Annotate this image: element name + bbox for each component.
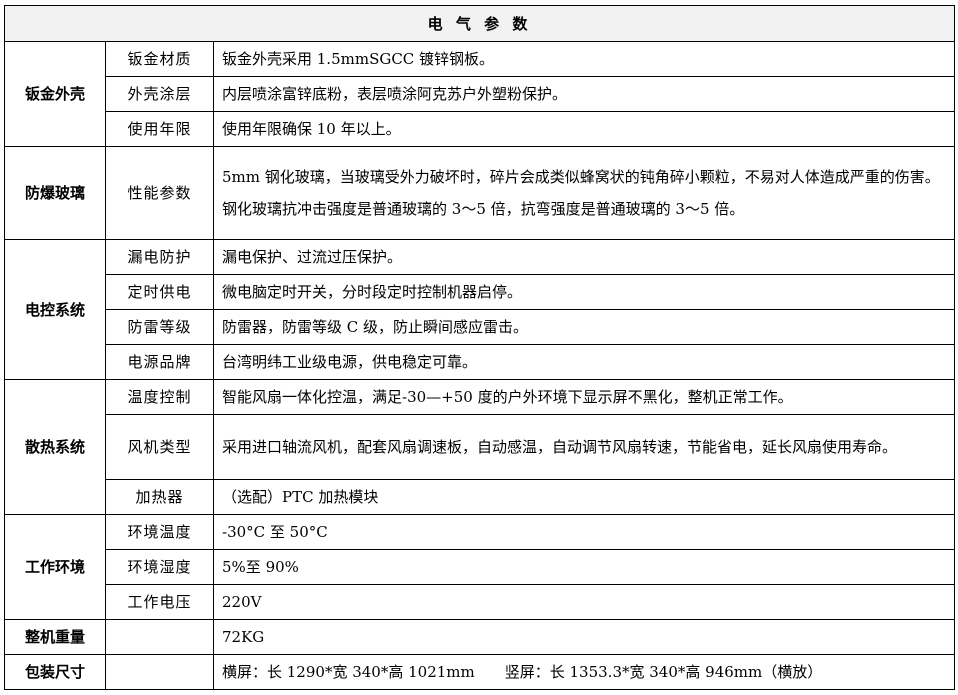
- row-label: 工作电压: [105, 584, 214, 620]
- row-label: 环境湿度: [105, 549, 214, 585]
- row-value: 横屏：长 1290*宽 340*高 1021mm 竖屏：长 1353.3*宽 3…: [212, 654, 956, 690]
- row-value: 钣金外壳采用 1.5mmSGCC 镀锌钢板。: [212, 41, 956, 77]
- row-value: 微电脑定时开关，分时段定时控制机器启停。: [212, 274, 956, 310]
- row-label: 温度控制: [105, 379, 214, 415]
- category-cooling: 散热系统: [4, 379, 106, 515]
- row-label: 防雷等级: [105, 309, 214, 345]
- row-value: 72KG: [212, 619, 956, 655]
- row-label: 外壳涂层: [105, 76, 214, 112]
- row-label: 使用年限: [105, 111, 214, 147]
- row-value: 220V: [212, 584, 956, 620]
- table-title: 电 气 参 数: [3, 5, 956, 42]
- row-label: 风机类型: [105, 414, 214, 480]
- row-value: 智能风扇一体化控温，满足-30—+50 度的户外环境下显示屏不黑化，整机正常工作…: [212, 379, 956, 415]
- row-label: 漏电防护: [105, 239, 214, 275]
- category-electric-control: 电控系统: [4, 239, 106, 380]
- row-label: 定时供电: [105, 274, 214, 310]
- row-value: 台湾明纬工业级电源，供电稳定可靠。: [212, 344, 956, 380]
- category-sheet-metal: 钣金外壳: [4, 41, 106, 147]
- spec-table: 电 气 参 数 钣金外壳 钣金材质 钣金外壳采用 1.5mmSGCC 镀锌钢板。…: [3, 5, 956, 690]
- row-label: 性能参数: [105, 146, 214, 240]
- row-label: 电源品牌: [105, 344, 214, 380]
- row-value: 5mm 钢化玻璃，当玻璃受外力破坏时，碎片会成类似蜂窝状的钝角碎小颗粒，不易对人…: [212, 146, 956, 240]
- row-value: 漏电保护、过流过压保护。: [212, 239, 956, 275]
- row-value: （选配）PTC 加热模块: [212, 479, 956, 515]
- row-label: 钣金材质: [105, 41, 214, 77]
- category-weight: 整机重量: [4, 619, 106, 655]
- row-value: 5%至 90%: [212, 549, 956, 585]
- category-working-environment: 工作环境: [4, 514, 106, 620]
- category-explosion-proof-glass: 防爆玻璃: [4, 146, 106, 240]
- row-label: 加热器: [105, 479, 214, 515]
- row-value: 内层喷涂富锌底粉，表层喷涂阿克苏户外塑粉保护。: [212, 76, 956, 112]
- row-label: 环境温度: [105, 514, 214, 550]
- row-value: 使用年限确保 10 年以上。: [212, 111, 956, 147]
- row-label: [105, 654, 214, 690]
- row-value: 采用进口轴流风机，配套风扇调速板，自动感温，自动调节风扇转速，节能省电，延长风扇…: [212, 414, 956, 480]
- category-packing-size: 包装尺寸: [4, 654, 106, 690]
- row-value: -30°C 至 50°C: [212, 514, 956, 550]
- row-label: [105, 619, 214, 655]
- row-value: 防雷器，防雷等级 C 级，防止瞬间感应雷击。: [212, 309, 956, 345]
